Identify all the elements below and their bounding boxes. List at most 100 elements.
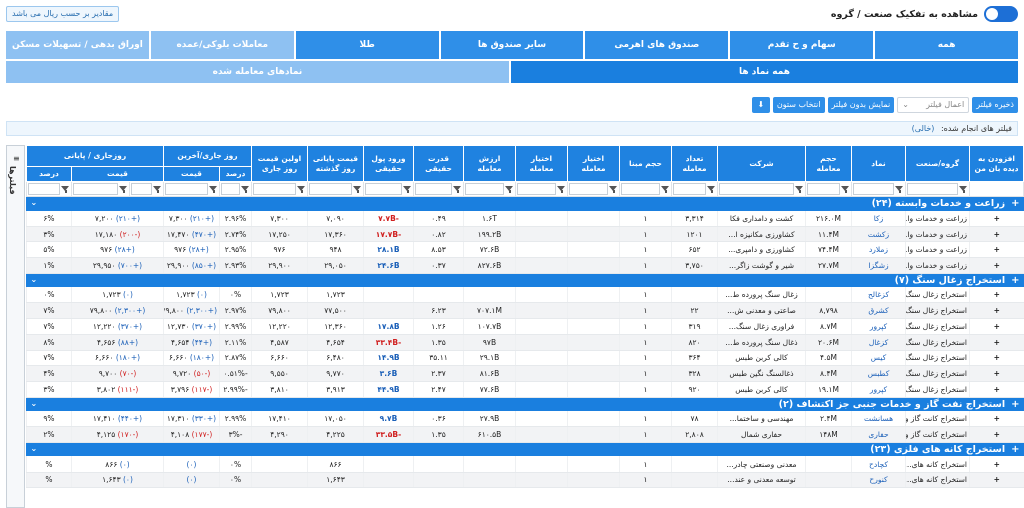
select-columns-button[interactable]: انتخاب ستون bbox=[772, 97, 825, 113]
tab-4[interactable]: طلا bbox=[295, 31, 439, 59]
add-to-watchlist-plus-icon[interactable]: + bbox=[969, 226, 1024, 243]
cell-symbol[interactable]: کشرق bbox=[851, 302, 906, 320]
apply-filter-select[interactable]: اعمال فیلتر ⌄ bbox=[897, 97, 970, 113]
group-view-toggle-wrap[interactable]: مشاهده به تفکیک صنعت / گروه bbox=[831, 6, 1018, 22]
filter-icon[interactable] bbox=[959, 185, 968, 194]
chevron-down-icon[interactable]: ⌄ bbox=[30, 399, 37, 408]
group-header-row[interactable]: + زراعت و خدمات وابسته (۲۴) ⌄ bbox=[26, 196, 1024, 211]
column-filter-input[interactable] bbox=[131, 183, 152, 195]
filter-icon[interactable] bbox=[119, 185, 128, 194]
add-to-watchlist-plus-icon[interactable]: + bbox=[969, 472, 1024, 489]
col-last-percent[interactable]: درصد bbox=[219, 166, 252, 182]
column-filter-input[interactable] bbox=[853, 183, 894, 195]
col-close-price[interactable]: قیمت bbox=[71, 166, 164, 182]
column-filter-input[interactable] bbox=[621, 183, 660, 195]
col-add[interactable]: افزودن به دیده بان من bbox=[969, 145, 1024, 182]
col-volume[interactable]: حجم معامله bbox=[805, 145, 852, 182]
table-row[interactable]: + زراعت و خدمات وا... زکشت ۱۱.۴M کشاورزی مکا… bbox=[25, 226, 1024, 243]
col-first-price[interactable]: اولین قیمت روز جاری bbox=[251, 145, 308, 182]
table-row[interactable]: +استخراج کانت گاز و ...حفاری۱۴۸Mحفاری شم… bbox=[25, 426, 1024, 443]
column-filter-input[interactable] bbox=[719, 183, 794, 195]
add-to-watchlist-plus-icon[interactable]: + bbox=[969, 426, 1024, 443]
filter-icon[interactable] bbox=[153, 185, 162, 194]
filter-icon[interactable] bbox=[453, 185, 462, 194]
col-power[interactable]: قدرت حقیقی bbox=[413, 145, 464, 182]
table-row[interactable]: + استخراج زغال سنگ کیس ۴.۵M کالی کربن طبس ۳۶۴… bbox=[25, 350, 1024, 367]
cell-symbol[interactable]: زملارد bbox=[851, 241, 906, 259]
cell-symbol[interactable]: کزغال bbox=[851, 334, 906, 351]
group-header-cell[interactable]: + استخراج زغال سنگ (۷) ⌄ bbox=[26, 273, 1024, 288]
cell-symbol[interactable]: زشگزا bbox=[851, 257, 906, 274]
group-header-cell[interactable]: + زراعت و خدمات وابسته (۲۴) ⌄ bbox=[26, 196, 1024, 211]
add-to-watchlist-plus-icon[interactable]: + bbox=[969, 287, 1024, 304]
tab-all-symbols[interactable]: همه نماد ها bbox=[511, 61, 1018, 83]
column-filter-input[interactable] bbox=[73, 183, 118, 195]
cell-symbol[interactable]: زکشت bbox=[851, 226, 906, 243]
filter-icon[interactable] bbox=[297, 185, 306, 194]
col-money-in[interactable]: ورود پول حقیقی bbox=[363, 145, 414, 182]
add-to-watchlist-plus-icon[interactable]: + bbox=[969, 257, 1024, 274]
col-option-1[interactable]: اختیار معامله bbox=[567, 145, 620, 182]
expand-plus-icon[interactable]: + bbox=[1011, 275, 1019, 286]
group-header-row[interactable]: + استخراج کانه های فلزی (۲۳) ⌄ bbox=[26, 442, 1024, 457]
column-filter-input[interactable] bbox=[365, 183, 402, 195]
column-filter-input[interactable] bbox=[221, 183, 240, 195]
tab-2[interactable]: صندوق های اهرمی bbox=[585, 31, 729, 59]
table-row[interactable]: +استخراج کانت گاز و ...هسانشت۲.۴Mمهندسی … bbox=[25, 411, 1024, 428]
col-prev-close[interactable]: قیمت پایانی روز گذشته bbox=[307, 145, 364, 182]
column-filter-input[interactable] bbox=[165, 183, 208, 195]
cell-symbol[interactable]: کزغالح bbox=[851, 287, 906, 304]
filter-icon[interactable] bbox=[209, 185, 218, 194]
cell-symbol[interactable]: حفاری bbox=[851, 426, 906, 443]
filter-icon[interactable] bbox=[661, 185, 670, 194]
cell-symbol[interactable]: زکا bbox=[851, 210, 906, 227]
group-view-toggle[interactable] bbox=[984, 6, 1018, 22]
col-count[interactable]: تعداد معامله bbox=[671, 145, 718, 182]
table-row[interactable]: + استخراج زغال سنگ کشرق ۸,۷۹۸ صاعتی و معدنی … bbox=[25, 302, 1024, 320]
table-row[interactable]: + استخراج زغال سنگ کزغال ۲۰.۶M ذغال سنگ پرور… bbox=[25, 334, 1024, 351]
table-row[interactable]: + استخراج کانه های... کچادح معدنی وصنعتی چا… bbox=[25, 456, 1024, 473]
col-value[interactable]: ارزش معامله bbox=[463, 145, 516, 182]
col-symbol[interactable]: نماد bbox=[851, 145, 906, 182]
column-filter-input[interactable] bbox=[807, 183, 840, 195]
cell-symbol[interactable]: هسانشت bbox=[851, 411, 906, 428]
save-filter-button[interactable]: ذخیره فیلتر bbox=[972, 97, 1018, 113]
add-to-watchlist-plus-icon[interactable]: + bbox=[969, 456, 1024, 473]
tab-3[interactable]: سایر صندوق ها bbox=[440, 31, 584, 59]
col-close-percent[interactable]: درصد bbox=[25, 166, 73, 182]
chevron-down-icon[interactable]: ⌄ bbox=[30, 275, 37, 284]
download-icon[interactable]: ⬇ bbox=[751, 97, 770, 113]
filters-side-panel[interactable]: ≡ فیلترها bbox=[6, 145, 25, 508]
filter-icon[interactable] bbox=[353, 185, 362, 194]
show-without-filter-button[interactable]: نمایش بدون فیلتر bbox=[827, 97, 895, 113]
filter-icon[interactable] bbox=[609, 185, 618, 194]
add-to-watchlist-plus-icon[interactable]: + bbox=[969, 411, 1024, 428]
group-header-cell[interactable]: + استخراج کانه های فلزی (۲۳) ⌄ bbox=[26, 442, 1024, 457]
filter-icon[interactable] bbox=[505, 185, 514, 194]
column-filter-input[interactable] bbox=[309, 183, 352, 195]
table-row[interactable]: + استخراج کانه های... کنورح توسعه معدنی و ع… bbox=[25, 472, 1024, 489]
cell-symbol[interactable]: کیس bbox=[851, 350, 906, 367]
expand-plus-icon[interactable]: + bbox=[1011, 444, 1019, 455]
table-row[interactable]: + زراعت و خدمات وا... زشگزا ۲۷.۷M شیر و گوشت… bbox=[25, 257, 1024, 274]
group-header-row[interactable]: + استخراج نفت گاز و خدمات جنبی جز اکتشاف … bbox=[26, 397, 1024, 412]
column-filter-input[interactable] bbox=[253, 183, 296, 195]
column-filter-input[interactable] bbox=[465, 183, 504, 195]
cell-symbol[interactable]: کنورح bbox=[851, 472, 906, 489]
col-base-volume[interactable]: حجم مبنا bbox=[619, 145, 672, 182]
group-header-row[interactable]: + استخراج زغال سنگ (۷) ⌄ bbox=[26, 273, 1024, 288]
cell-symbol[interactable]: کپرور bbox=[851, 381, 906, 398]
filter-icon[interactable] bbox=[241, 185, 250, 194]
add-to-watchlist-plus-icon[interactable]: + bbox=[969, 210, 1024, 227]
col-group[interactable]: گروه/صنعت bbox=[905, 145, 970, 182]
filter-icon[interactable] bbox=[841, 185, 850, 194]
add-to-watchlist-plus-icon[interactable]: + bbox=[969, 365, 1024, 382]
table-row[interactable]: + استخراج زغال سنگ کپرور ۸.۷M فراوری زغال سن… bbox=[25, 318, 1024, 335]
add-to-watchlist-plus-icon[interactable]: + bbox=[969, 318, 1024, 335]
cell-symbol[interactable]: کپرور bbox=[851, 318, 906, 335]
filter-icon[interactable] bbox=[895, 185, 904, 194]
column-filter-input[interactable] bbox=[27, 183, 60, 195]
table-row[interactable]: + استخراج زغال سنگ کطبس ۸.۴M ذغالسنگ نگین طب… bbox=[25, 365, 1024, 382]
cell-symbol[interactable]: کطبس bbox=[851, 365, 906, 382]
col-company[interactable]: شرکت bbox=[717, 145, 806, 182]
